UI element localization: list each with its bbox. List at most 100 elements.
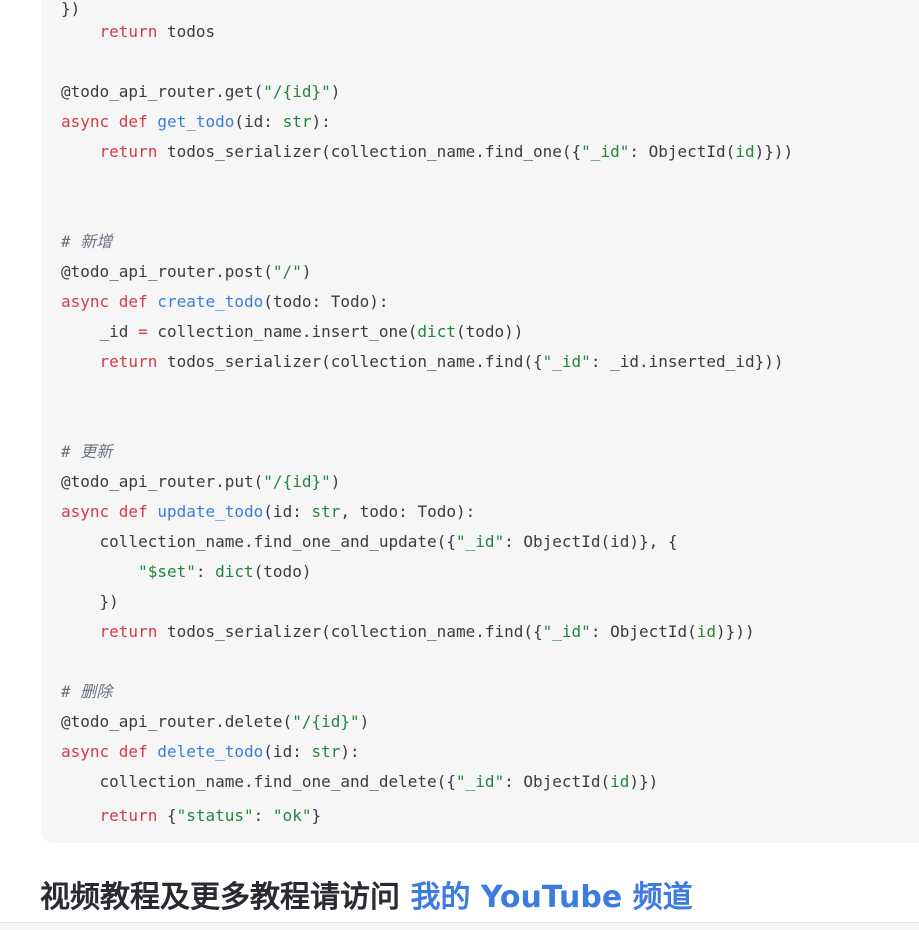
code-token: : ObjectId( — [629, 142, 736, 161]
code-token: } — [311, 806, 322, 825]
code-line: async def create_todo(todo: Todo): — [61, 290, 389, 314]
code-token: "status" — [176, 806, 254, 825]
code-token: todos — [157, 22, 216, 41]
code-token: "_id" — [581, 142, 630, 161]
code-token: str — [311, 502, 341, 521]
code-token: (id: — [263, 742, 312, 761]
footer-heading: 视频教程及更多教程请访问 我的 YouTube 频道 — [40, 876, 693, 920]
code-token: ) — [359, 712, 370, 731]
code-line: @todo_api_router.delete("/{id}") — [61, 710, 369, 734]
code-token: dict — [417, 322, 456, 341]
code-token: : _id.inserted_id})) — [590, 352, 784, 371]
code-line: async def get_todo(id: str): — [61, 110, 331, 134]
code-token: "_id" — [455, 532, 505, 551]
code-token: str — [311, 742, 341, 761]
code-token: @todo_api_router.put( — [61, 472, 264, 491]
code-token: collection_name.insert_one( — [147, 322, 418, 341]
code-token: "_id" — [542, 622, 591, 641]
code-token: )})) — [754, 142, 794, 161]
code-line: return {"status": "ok"} — [61, 804, 322, 828]
code-token: # 更新 — [61, 442, 113, 461]
code-token: _id — [61, 322, 139, 341]
code-token: str — [282, 112, 312, 131]
code-token: id — [610, 772, 630, 791]
code-token: @todo_api_router.post( — [61, 262, 273, 281]
code-token: "_id" — [542, 352, 591, 371]
code-token: ) — [330, 82, 341, 101]
code-line: @todo_api_router.get("/{id}") — [61, 80, 340, 104]
code-line: }) — [61, 590, 119, 614]
code-line: @todo_api_router.post("/") — [61, 260, 311, 284]
code-line: _id = collection_name.insert_one(dict(to… — [61, 320, 524, 344]
code-line: async def delete_todo(id: str): — [61, 740, 360, 764]
code-token: todos_serializer(collection_name.find({ — [157, 352, 543, 371]
code-token: "ok" — [272, 806, 312, 825]
code-token: delete_todo — [157, 742, 264, 761]
code-token: (id: — [234, 112, 283, 131]
code-token: ) — [330, 472, 341, 491]
code-token: : — [253, 806, 273, 825]
code-token: "/{id}" — [263, 82, 331, 101]
code-token: ): — [311, 112, 331, 131]
code-token: todos_serializer(collection_name.find({ — [157, 622, 543, 641]
code-token: "/{id}" — [263, 472, 331, 491]
code-line: return todos — [61, 20, 216, 44]
youtube-channel-link[interactable]: 我的 YouTube 频道 — [410, 880, 692, 915]
code-line: "$set": dict(todo) — [61, 560, 311, 584]
code-line: return todos_serializer(collection_name.… — [61, 140, 794, 164]
code-token: (todo: Todo): — [263, 292, 389, 311]
code-token: return — [99, 22, 158, 41]
code-token: async def — [61, 112, 158, 131]
code-line: return todos_serializer(collection_name.… — [61, 350, 784, 374]
code-token: ) — [301, 262, 312, 281]
code-token: (todo)) — [455, 322, 524, 341]
code-token: return — [99, 142, 158, 161]
bottom-bar — [0, 922, 919, 930]
code-line: collection_name.find_one_and_update({"_i… — [61, 530, 678, 554]
code-token: create_todo — [157, 292, 264, 311]
code-line: }) — [61, 0, 80, 21]
code-token: async def — [61, 742, 158, 761]
code-token: (todo) — [253, 562, 312, 581]
code-token: get_todo — [157, 112, 235, 131]
code-token: { — [157, 806, 177, 825]
code-token: = — [138, 322, 148, 341]
code-token: update_todo — [157, 502, 264, 521]
footer-heading-text: 视频教程及更多教程请访问 — [40, 880, 411, 915]
code-token: return — [99, 622, 158, 641]
code-token: async def — [61, 502, 158, 521]
code-token: : ObjectId(id)}, { — [504, 532, 678, 551]
code-token: (id: — [263, 502, 312, 521]
code-token: "/" — [272, 262, 302, 281]
code-token: "$set" — [138, 562, 196, 581]
code-token: @todo_api_router.delete( — [61, 712, 293, 731]
code-token: collection_name.find_one_and_update({ — [61, 532, 456, 551]
code-token: )})) — [716, 622, 755, 641]
code-line: # 新增 — [61, 230, 112, 254]
code-token: return — [99, 806, 158, 825]
code-line: # 更新 — [61, 440, 112, 464]
code-line: @todo_api_router.put("/{id}") — [61, 470, 340, 494]
code-token: dict — [215, 562, 254, 581]
code-line: collection_name.find_one_and_delete({"_i… — [61, 770, 659, 794]
code-token: collection_name.find_one_and_delete({ — [61, 772, 456, 791]
code-token: # 删除 — [61, 682, 113, 701]
code-token: }) — [61, 0, 81, 18]
code-token: async def — [61, 292, 158, 311]
code-token: @todo_api_router.get( — [61, 82, 264, 101]
code-line: # 删除 — [61, 680, 112, 704]
code-token: "_id" — [455, 772, 505, 791]
code-token: return — [99, 352, 158, 371]
code-line: async def update_todo(id: str, todo: Tod… — [61, 500, 475, 524]
code-token: : ObjectId( — [590, 622, 697, 641]
code-line: return todos_serializer(collection_name.… — [61, 620, 755, 644]
code-token: , todo: Todo): — [340, 502, 476, 521]
code-token: # 新增 — [61, 232, 113, 251]
code-token: }) — [61, 592, 119, 611]
